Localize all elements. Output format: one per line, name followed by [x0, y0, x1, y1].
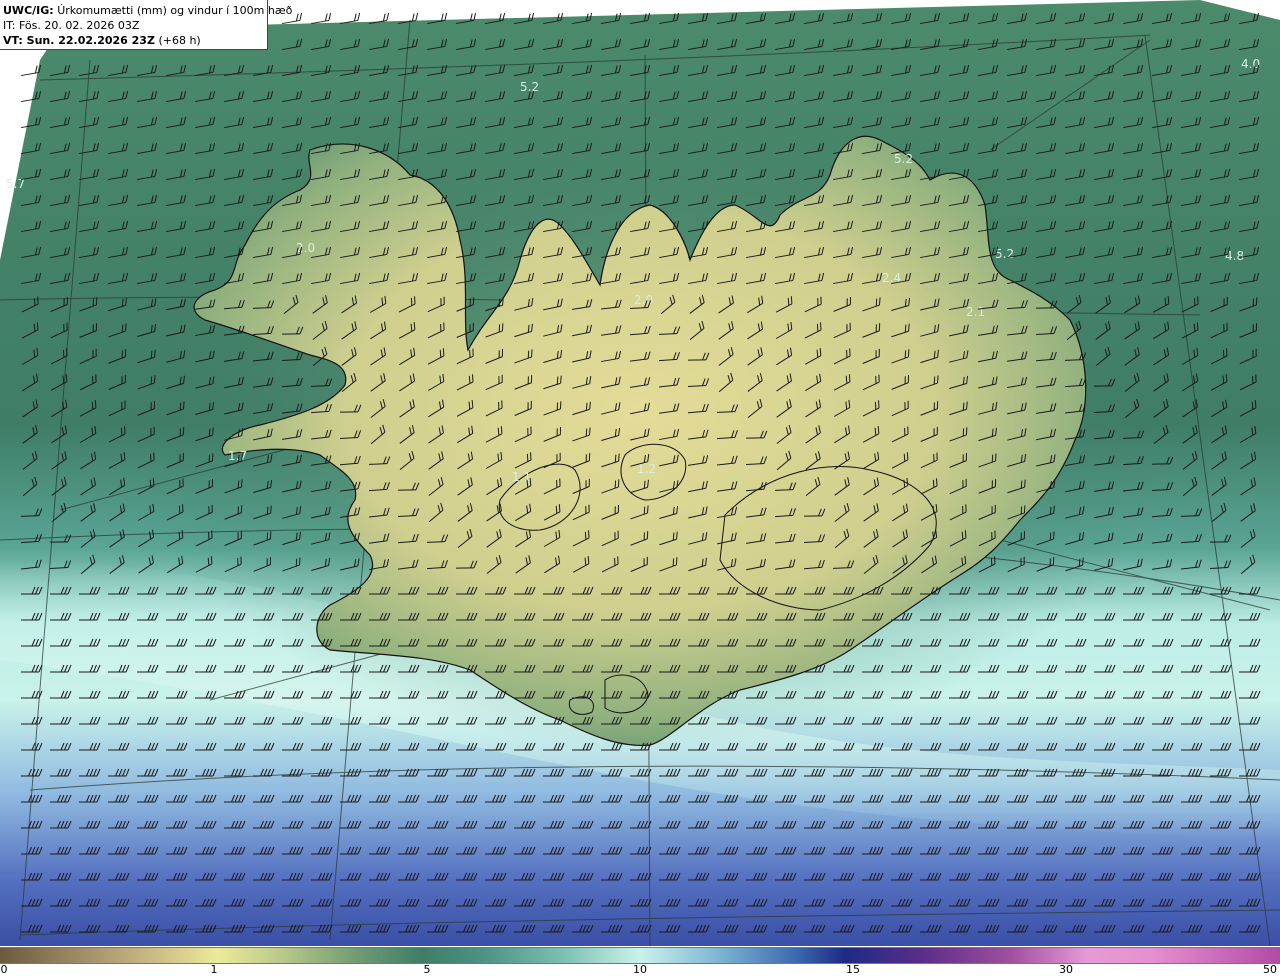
valid-time: VT: Sun. 22.02.2026 23Z [3, 34, 155, 47]
colorbar-tick-label: 15 [846, 963, 860, 976]
precipitable-water-map: 5.2 5.2 5.2 5.7 4.0 4.8 2.4 2.1 2.0 2.0 … [0, 0, 1280, 946]
colorbar-tick-label: 10 [633, 963, 647, 976]
init-time: IT: Fös. 20. 02. 2026 03Z [3, 19, 140, 32]
contour-label: 2.0 [634, 293, 653, 307]
title-box: UWC/IG: Úrkomumætti (mm) og vindur í 100… [0, 0, 292, 50]
colorbar-tick-label: 5 [423, 963, 431, 976]
contour-label: 2.1 [966, 305, 985, 319]
contour-label: 2.0 [296, 241, 315, 255]
colorbar: 0 1 5 10 15 30 50 [0, 946, 1280, 978]
colorbar-tick-label: 30 [1059, 963, 1073, 976]
contour-label: 5.2 [520, 80, 539, 94]
contour-label: 4.8 [1225, 249, 1244, 263]
forecast-hour: (+68 h) [158, 34, 201, 47]
map-view: 5.2 5.2 5.2 5.7 4.0 4.8 2.4 2.1 2.0 2.0 … [0, 0, 1280, 978]
colorbar-strip [0, 947, 1280, 964]
product-code: UWC/IG: [3, 4, 54, 17]
colorbar-tick-label: 1 [210, 963, 218, 976]
contour-label: 1.1 [512, 470, 531, 484]
contour-label: 2.4 [882, 271, 901, 285]
valid-time-row: VT: Sun. 22.02.2026 23Z (+68 h) [3, 33, 267, 48]
title-row: UWC/IG: Úrkomumætti (mm) og vindur í 100… [3, 3, 292, 18]
product-description: Úrkomumætti (mm) og vindur í 100m hæð [57, 4, 293, 17]
contour-label: 5.2 [995, 247, 1014, 261]
contour-label: 5.2 [894, 152, 913, 166]
colorbar-tick-label: 50 [1263, 963, 1277, 976]
contour-label: 1.7 [228, 449, 247, 463]
colorbar-tick-label: 0 [0, 963, 8, 976]
